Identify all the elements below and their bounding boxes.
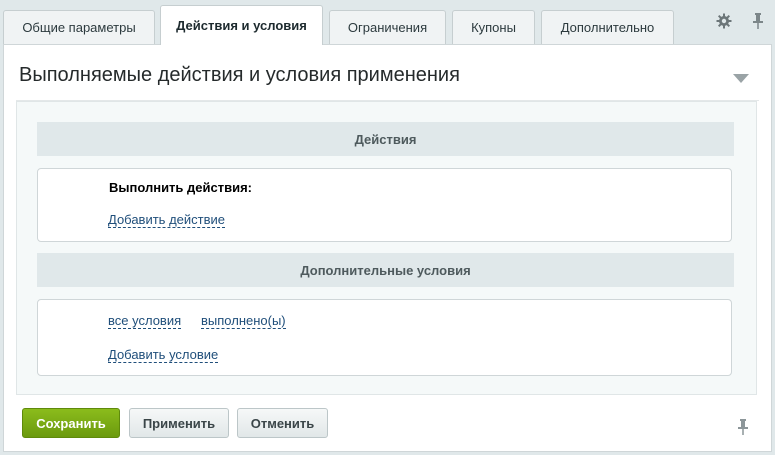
conditions-box: все условия выполнено(ы) Добавить услови… [37,299,732,376]
tab-coupons[interactable]: Купоны [452,10,535,44]
gear-icon[interactable] [715,12,733,30]
actions-label: Выполнить действия: [109,180,252,195]
tab-additional[interactable]: Дополнительно [541,10,674,44]
cancel-button[interactable]: Отменить [237,408,328,438]
save-button[interactable]: Сохранить [22,408,120,438]
apply-button[interactable]: Применить [129,408,229,438]
tab-bar: Общие параметры Действия и условия Огран… [0,0,775,45]
conditions-section-header: Дополнительные условия [37,253,734,287]
rules-container: Действия Выполнить действия: Добавить де… [16,101,757,395]
pin-icon[interactable] [737,418,749,436]
add-action-link[interactable]: Добавить действие [108,212,225,228]
actions-section-header: Действия [37,122,734,156]
add-condition-link[interactable]: Добавить условие [108,347,219,363]
tab-tools [715,12,767,30]
pin-icon[interactable] [749,12,767,30]
conditions-aggregator-select[interactable]: все условия [108,313,182,329]
panel-title: Выполняемые действия и условия применени… [19,64,460,86]
main-panel: Выполняемые действия и условия применени… [3,44,772,452]
tab-restrictions[interactable]: Ограничения [329,10,446,44]
tab-actions-conditions[interactable]: Действия и условия [160,5,323,45]
triangle-down-icon[interactable] [733,71,749,83]
tab-general[interactable]: Общие параметры [3,10,155,44]
actions-box: Выполнить действия: Добавить действие [37,168,732,242]
conditions-result-select[interactable]: выполнено(ы) [201,313,286,329]
